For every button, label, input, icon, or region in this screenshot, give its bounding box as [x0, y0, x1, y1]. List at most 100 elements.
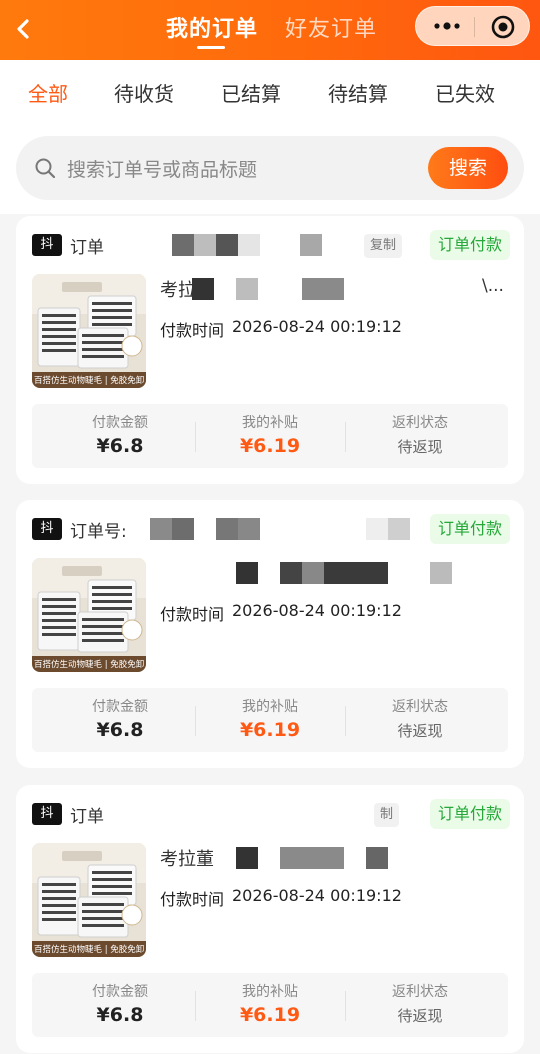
- pay-amount-value: ¥6.8: [96, 1004, 144, 1026]
- subsidy-stat: 我的补贴 ¥6.19: [195, 696, 345, 741]
- subsidy-value: ¥6.19: [239, 435, 301, 457]
- order-number-label: 订单: [70, 807, 104, 827]
- pay-time-label: 付款时间: [160, 890, 225, 909]
- pay-amount-stat: 付款金额 ¥6.8: [45, 981, 195, 1026]
- rebate-stat: 返利状态 待返现: [345, 412, 495, 457]
- redacted-order-number: [172, 234, 194, 256]
- search-button[interactable]: 搜索: [428, 147, 508, 189]
- redacted-title: [192, 278, 214, 300]
- redacted-title: [324, 562, 388, 584]
- filter-tab-settled[interactable]: 已结算: [221, 78, 281, 107]
- rebate-status-value: 待返现: [397, 1007, 443, 1025]
- more-options-icon[interactable]: [432, 18, 462, 34]
- order-number-label: 订单号:: [70, 522, 127, 542]
- thumbnail-caption: 百搭仿生动物睫毛 | 免胶免卸: [34, 660, 144, 670]
- douyin-platform-badge: 抖: [32, 803, 62, 825]
- rebate-stat: 返利状态 待返现: [345, 981, 495, 1026]
- subsidy-value: ¥6.19: [239, 719, 301, 741]
- order-status-badge: 订单付款: [429, 799, 510, 829]
- search-bar[interactable]: 搜索订单号或商品标题 搜索: [16, 136, 524, 200]
- filter-tab-all[interactable]: 全部: [28, 78, 68, 107]
- redacted-order-number: [216, 234, 238, 256]
- pay-amount-label: 付款金额: [92, 984, 148, 1000]
- rebate-status-label: 返利状态: [392, 699, 448, 715]
- copy-order-tag[interactable]: 制: [374, 803, 400, 827]
- pay-amount-stat: 付款金额 ¥6.8: [45, 412, 195, 457]
- redacted-order-number: [238, 518, 260, 540]
- subsidy-stat: 我的补贴 ¥6.19: [195, 981, 345, 1026]
- redacted-title: [366, 847, 388, 869]
- product-thumbnail[interactable]: 百搭仿生动物睫毛 | 免胶免卸: [32, 843, 146, 957]
- redacted-title: [236, 847, 258, 869]
- product-thumbnail[interactable]: 百搭仿生动物睫毛 | 免胶免卸: [32, 274, 146, 388]
- order-card[interactable]: 抖 订单 复制 订单付款 百搭仿生动物睫毛 | 免胶免卸 考拉 \... 付款时…: [16, 216, 524, 484]
- pay-amount-stat: 付款金额 ¥6.8: [45, 696, 195, 741]
- product-thumbnail[interactable]: 百搭仿生动物睫毛 | 免胶免卸: [32, 558, 146, 672]
- tab-friend-orders[interactable]: 好友订单: [285, 11, 377, 42]
- order-stats-panel: 付款金额 ¥6.8 我的补贴 ¥6.19 返利状态 待返现: [32, 404, 508, 468]
- subsidy-stat: 我的补贴 ¥6.19: [195, 412, 345, 457]
- product-title[interactable]: 考拉董: [160, 845, 214, 871]
- miniprogram-capsule: [415, 6, 530, 46]
- tab-my-orders[interactable]: 我的订单: [166, 11, 258, 42]
- redacted-title: [302, 562, 324, 584]
- redacted-title: [430, 562, 452, 584]
- pay-time-value: 2026-08-24 00:19:12: [232, 886, 402, 905]
- redacted-order-number: [150, 518, 172, 540]
- pay-amount-label: 付款金额: [92, 699, 148, 715]
- rebate-status-value: 待返现: [397, 438, 443, 456]
- filter-tab-to-receive[interactable]: 待收货: [114, 78, 174, 107]
- rebate-stat: 返利状态 待返现: [345, 696, 495, 741]
- pay-time-value: 2026-08-24 00:19:12: [232, 601, 402, 620]
- rebate-status-value: 待返现: [397, 722, 443, 740]
- order-filter-tabs: 全部 待收货 已结算 待结算 已失效: [0, 60, 540, 122]
- rebate-status-label: 返利状态: [392, 984, 448, 1000]
- redacted-title: [236, 562, 258, 584]
- search-section: 搜索订单号或商品标题 搜索: [0, 122, 540, 214]
- order-status-badge: 订单付款: [429, 230, 510, 260]
- filter-tab-pending-settlement[interactable]: 待结算: [328, 78, 388, 107]
- redacted-title: [236, 278, 258, 300]
- pay-time-value: 2026-08-24 00:19:12: [232, 317, 402, 336]
- redacted-title: [280, 847, 344, 869]
- subsidy-label: 我的补贴: [242, 984, 298, 1000]
- rebate-status-label: 返利状态: [392, 415, 448, 431]
- subsidy-label: 我的补贴: [242, 415, 298, 431]
- douyin-platform-badge: 抖: [32, 234, 62, 256]
- product-title[interactable]: 考拉: [160, 276, 196, 302]
- order-number-label: 订单: [70, 238, 104, 258]
- redacted-order-number: [194, 234, 216, 256]
- redacted-order-number: [216, 518, 238, 540]
- subsidy-value: ¥6.19: [239, 1004, 301, 1026]
- close-miniprogram-icon[interactable]: [491, 15, 515, 39]
- filter-tab-expired[interactable]: 已失效: [435, 78, 495, 107]
- redacted-order-number: [238, 234, 260, 256]
- order-status-badge: 订单付款: [429, 514, 510, 544]
- redacted-title: [302, 278, 344, 300]
- back-arrow-icon[interactable]: [12, 14, 38, 44]
- redacted-order-number: [300, 234, 322, 256]
- search-icon: [34, 157, 56, 179]
- pay-amount-value: ¥6.8: [96, 435, 144, 457]
- pay-amount-value: ¥6.8: [96, 719, 144, 741]
- redacted-title: [280, 562, 302, 584]
- redacted-order-number: [172, 518, 194, 540]
- active-tab-indicator: [197, 46, 225, 49]
- order-card[interactable]: 抖 订单 制 订单付款 百搭仿生动物睫毛 | 免胶免卸 考拉董 付款时间 202…: [16, 785, 524, 1053]
- pay-time-label: 付款时间: [160, 321, 225, 340]
- order-stats-panel: 付款金额 ¥6.8 我的补贴 ¥6.19 返利状态 待返现: [32, 973, 508, 1037]
- thumbnail-caption: 百搭仿生动物睫毛 | 免胶免卸: [34, 945, 144, 955]
- search-input[interactable]: 搜索订单号或商品标题: [67, 155, 257, 182]
- thumbnail-caption: 百搭仿生动物睫毛 | 免胶免卸: [34, 376, 144, 386]
- redacted-order-number: [366, 518, 388, 540]
- subsidy-label: 我的补贴: [242, 699, 298, 715]
- top-nav-bar: 我的订单 好友订单: [0, 0, 540, 60]
- capsule-divider: [474, 17, 475, 37]
- product-title-suffix: \...: [482, 276, 504, 296]
- pay-amount-label: 付款金额: [92, 415, 148, 431]
- douyin-platform-badge: 抖: [32, 518, 62, 540]
- redacted-order-number: [388, 518, 410, 540]
- pay-time-label: 付款时间: [160, 605, 225, 624]
- order-card[interactable]: 抖 订单号: 订单付款 百搭仿生动物睫毛 | 免胶免卸 付款时间 2026-08…: [16, 500, 524, 768]
- copy-order-tag[interactable]: 复制: [364, 234, 403, 258]
